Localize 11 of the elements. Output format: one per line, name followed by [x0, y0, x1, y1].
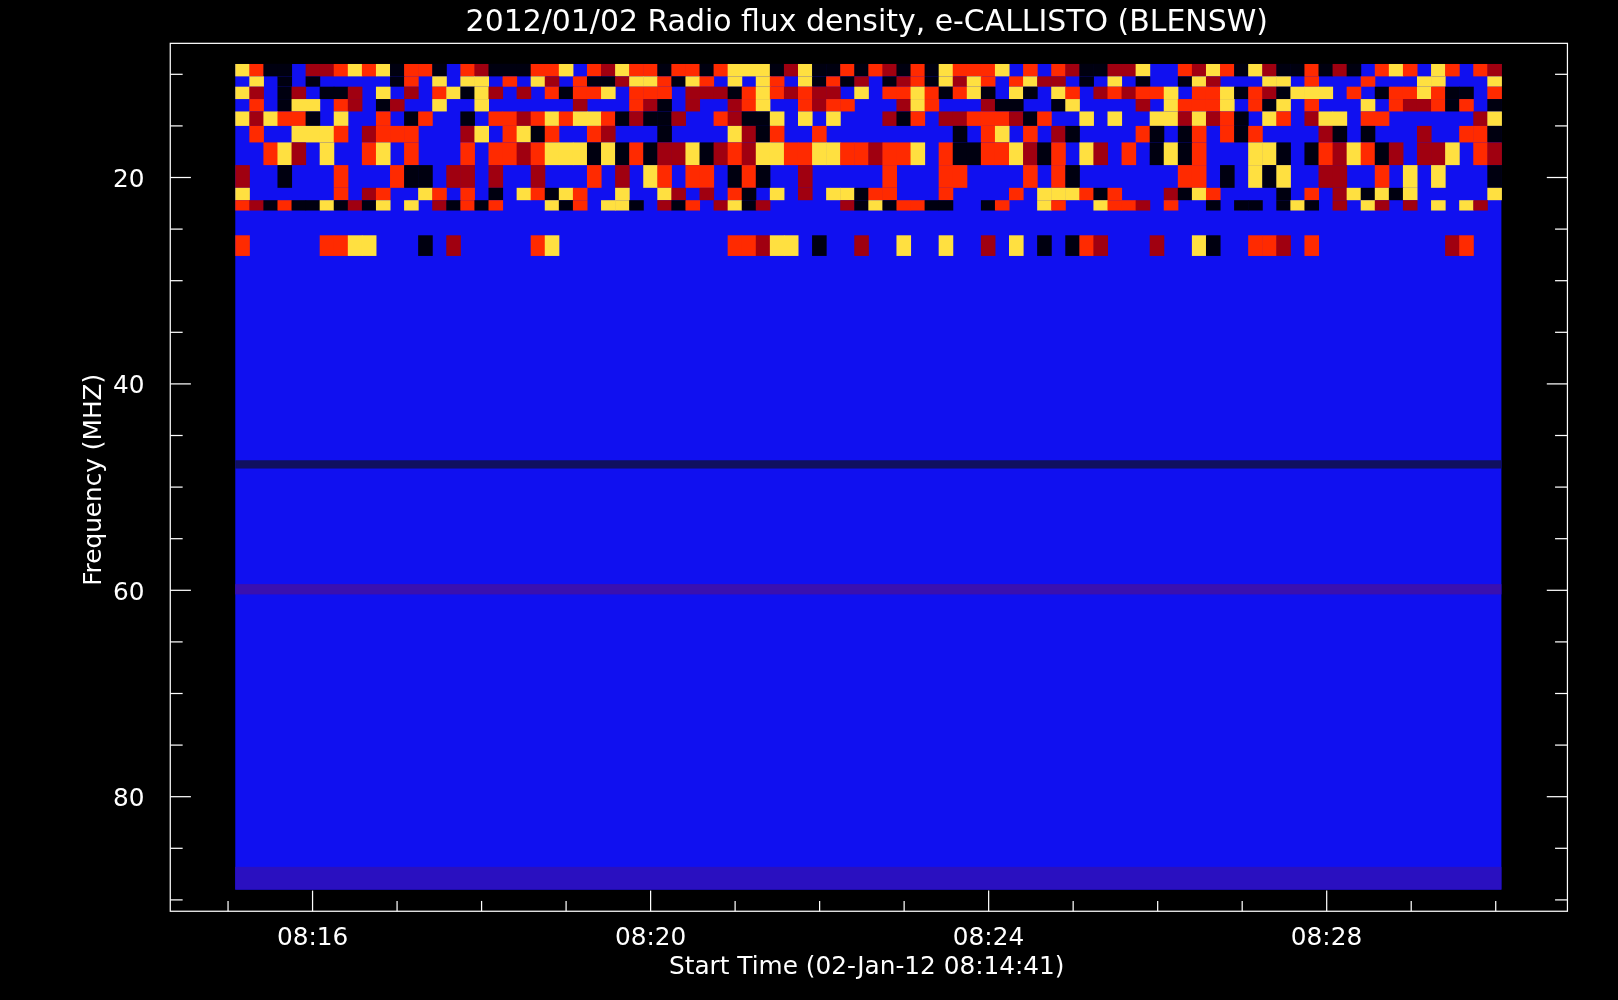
- x-tick-label: 08:28: [1290, 922, 1363, 952]
- x-tick-label: 08:24: [952, 922, 1025, 952]
- y-tick-label: 40: [112, 370, 145, 400]
- x-tick-label: 08:16: [277, 922, 349, 952]
- x-tick-label: 08:20: [614, 922, 687, 952]
- y-axis-label: Frequency (MHZ): [78, 373, 108, 586]
- y-tick-label: 80: [112, 783, 145, 812]
- y-tick-label: 20: [112, 163, 145, 193]
- x-axis-label: Start Time (02-Jan-12 08:14:41): [669, 951, 1065, 981]
- chart-title: 2012/01/02 Radio flux density, e-CALLISTO (BLENSW): [465, 2, 1268, 38]
- y-tick-label: 60: [112, 576, 145, 606]
